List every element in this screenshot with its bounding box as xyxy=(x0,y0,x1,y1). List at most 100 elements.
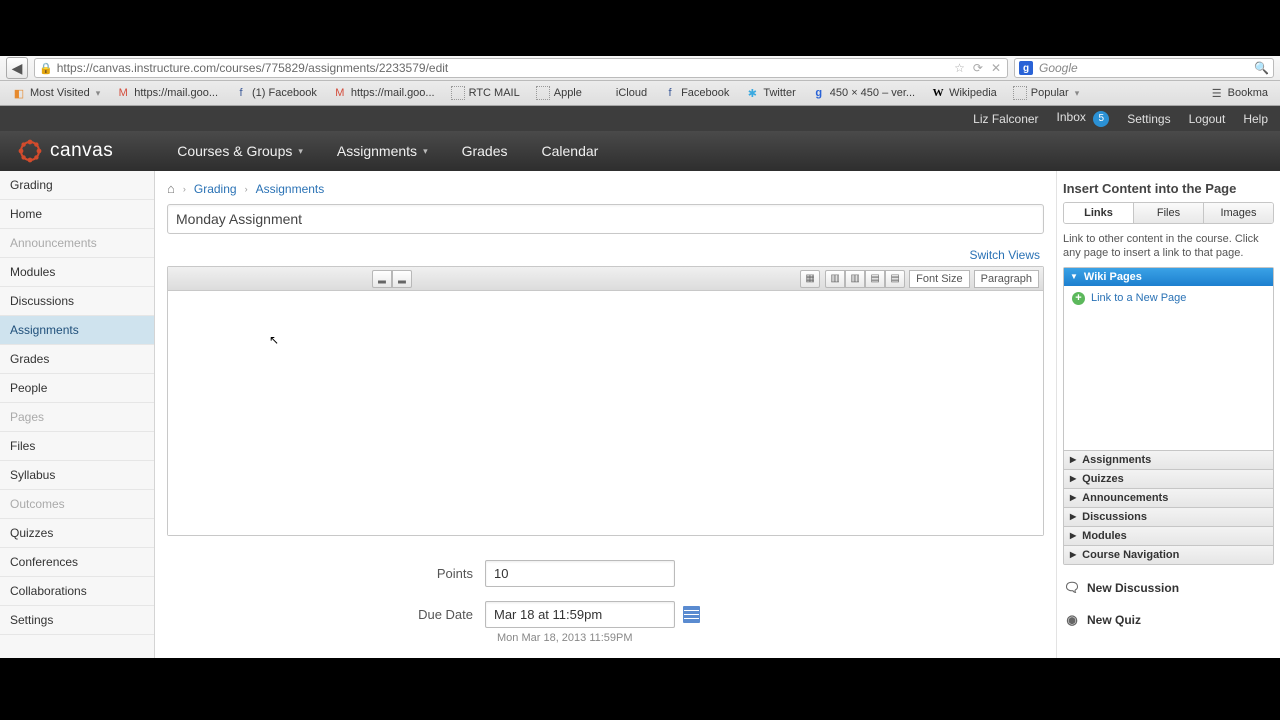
tab-files[interactable]: Files xyxy=(1134,203,1204,223)
sidebar-item-home[interactable]: Home xyxy=(0,200,154,229)
sidebar-item-grades[interactable]: Grades xyxy=(0,345,154,374)
reload-icon[interactable]: ⟳ xyxy=(971,61,985,75)
due-date-help: Mon Mar 18, 2013 11:59PM xyxy=(497,632,1044,644)
fb-icon: f xyxy=(234,86,248,100)
canvas-logo-text: canvas xyxy=(50,140,113,162)
inbox-count-badge: 5 xyxy=(1093,111,1109,127)
inbox-link[interactable]: Inbox 5 xyxy=(1057,110,1110,127)
rte-table-button[interactable]: ▦ xyxy=(800,270,820,288)
user-bar: Liz Falconer Inbox 5 Settings Logout Hel… xyxy=(0,106,1280,131)
topnav-calendar[interactable]: Calendar xyxy=(542,143,599,159)
rte-button[interactable]: ▤ xyxy=(885,270,905,288)
bookmark-star-icon[interactable]: ☆ xyxy=(952,61,967,75)
sidebar-item-settings[interactable]: Settings xyxy=(0,606,154,635)
home-icon[interactable]: ⌂ xyxy=(167,181,175,196)
fb-icon: f xyxy=(663,86,677,100)
rte-button[interactable]: ▂ xyxy=(392,270,412,288)
bookmark-item[interactable]: Mhttps://mail.goo... xyxy=(327,84,441,102)
chevron-down-icon: ▾ xyxy=(423,146,428,157)
canvas-logo[interactable]: canvas xyxy=(18,139,113,163)
bookmark-item[interactable]: ◧Most Visited▾ xyxy=(6,84,106,102)
sidebar-item-pages[interactable]: Pages xyxy=(0,403,154,432)
accordion-course-navigation[interactable]: ▶Course Navigation xyxy=(1064,545,1273,564)
browser-search-input[interactable]: g Google 🔍 xyxy=(1014,58,1274,78)
sidebar-item-discussions[interactable]: Discussions xyxy=(0,287,154,316)
bookmark-item[interactable]: f(1) Facebook xyxy=(228,84,323,102)
bookmark-item[interactable]: Mhttps://mail.goo... xyxy=(110,84,224,102)
crumb-course[interactable]: Grading xyxy=(194,182,237,196)
points-input[interactable] xyxy=(485,560,675,587)
tab-images[interactable]: Images xyxy=(1204,203,1273,223)
bookmark-item[interactable]: g450 × 450 – ver... xyxy=(806,84,921,102)
logout-link[interactable]: Logout xyxy=(1189,112,1226,126)
accordion-quizzes[interactable]: ▶Quizzes xyxy=(1064,469,1273,488)
bookmark-item[interactable]: iCloud xyxy=(592,84,653,102)
chevron-right-icon: › xyxy=(245,184,248,194)
user-name[interactable]: Liz Falconer xyxy=(973,112,1038,126)
paragraph-select[interactable]: Paragraph xyxy=(974,270,1039,288)
rte-button[interactable]: ▂ xyxy=(372,270,392,288)
bookmark-item[interactable]: Apple xyxy=(530,84,588,102)
sidebar-item-quizzes[interactable]: Quizzes xyxy=(0,519,154,548)
tab-links[interactable]: Links xyxy=(1064,203,1134,223)
rte-content-area[interactable]: ↖ xyxy=(168,291,1043,535)
accordion-announcements[interactable]: ▶Announcements xyxy=(1064,488,1273,507)
font-size-select[interactable]: Font Size xyxy=(909,270,969,288)
search-icon[interactable]: 🔍 xyxy=(1254,61,1269,75)
dotted-icon xyxy=(536,86,550,100)
browser-back-button[interactable]: ◀ xyxy=(6,57,28,79)
topnav-courses-groups[interactable]: Courses & Groups▾ xyxy=(177,143,303,159)
browser-url-input[interactable]: 🔒 https://canvas.instructure.com/courses… xyxy=(34,58,1008,78)
sidebar-item-syllabus[interactable]: Syllabus xyxy=(0,461,154,490)
bookmark-item[interactable]: ✱Twitter xyxy=(739,84,801,102)
topnav-assignments[interactable]: Assignments▾ xyxy=(337,143,428,159)
sidebar-item-collaborations[interactable]: Collaborations xyxy=(0,577,154,606)
bookmark-item[interactable]: Popular▾ xyxy=(1007,84,1085,102)
crumb-assignments[interactable]: Assignments xyxy=(256,182,325,196)
accordion-discussions[interactable]: ▶Discussions xyxy=(1064,507,1273,526)
bookmark-label: Wikipedia xyxy=(949,87,997,99)
rte-toolbar: ▂ ▂ ▦ ▥ ▥ ▤ ▤ xyxy=(168,267,1043,291)
quiz-icon: ◉ xyxy=(1065,613,1079,627)
plus-icon: + xyxy=(1072,292,1085,305)
rte-button[interactable]: ▥ xyxy=(845,270,865,288)
topnav-grades[interactable]: Grades xyxy=(462,143,508,159)
settings-link[interactable]: Settings xyxy=(1127,112,1170,126)
bookmark-item[interactable]: RTC MAIL xyxy=(445,84,526,102)
browser-url-bar: ◀ 🔒 https://canvas.instructure.com/cours… xyxy=(0,56,1280,81)
sidebar-item-modules[interactable]: Modules xyxy=(0,258,154,287)
due-date-input[interactable] xyxy=(485,601,675,628)
bookmark-item[interactable]: f Facebook xyxy=(657,84,735,102)
accordion-wiki-pages[interactable]: ▼Wiki Pages xyxy=(1064,268,1273,286)
assignment-title-input[interactable] xyxy=(167,204,1044,234)
bookmark-label: 450 × 450 – ver... xyxy=(830,87,915,99)
sidebar-item-announcements[interactable]: Announcements xyxy=(0,229,154,258)
accordion-assignments[interactable]: ▶Assignments xyxy=(1064,450,1273,469)
bookmarks-menu[interactable]: ☰ Bookma xyxy=(1204,84,1274,102)
sidebar-item-grading[interactable]: Grading xyxy=(0,171,154,200)
mail-icon: M xyxy=(333,86,347,100)
url-text: https://canvas.instructure.com/courses/7… xyxy=(57,61,948,75)
rte-button[interactable]: ▥ xyxy=(825,270,845,288)
new-quiz-button[interactable]: ◉ New Quiz xyxy=(1063,607,1274,633)
rte-button[interactable]: ▤ xyxy=(865,270,885,288)
bookmark-item[interactable]: W Wikipedia xyxy=(925,84,1003,102)
sidebar-item-people[interactable]: People xyxy=(0,374,154,403)
new-discussion-button[interactable]: 🗨 New Discussion xyxy=(1063,575,1274,601)
orange-icon: ◧ xyxy=(12,86,26,100)
link-new-page[interactable]: +Link to a New Page xyxy=(1072,292,1265,305)
chevron-down-icon: ▼ xyxy=(1070,272,1078,281)
chevron-down-icon: ▾ xyxy=(96,88,101,99)
sidebar-item-assignments[interactable]: Assignments xyxy=(0,316,154,345)
sidebar-item-files[interactable]: Files xyxy=(0,432,154,461)
calendar-icon[interactable] xyxy=(683,606,700,623)
stop-icon[interactable]: ✕ xyxy=(989,61,1003,75)
sidebar-item-outcomes[interactable]: Outcomes xyxy=(0,490,154,519)
help-link[interactable]: Help xyxy=(1243,112,1268,126)
sidebar-item-conferences[interactable]: Conferences xyxy=(0,548,154,577)
accordion-modules[interactable]: ▶Modules xyxy=(1064,526,1273,545)
bookmark-label: Facebook xyxy=(681,87,729,99)
wiki-icon: W xyxy=(931,86,945,100)
switch-views-link[interactable]: Switch Views xyxy=(970,248,1040,262)
canvas-app: Liz Falconer Inbox 5 Settings Logout Hel… xyxy=(0,106,1280,658)
